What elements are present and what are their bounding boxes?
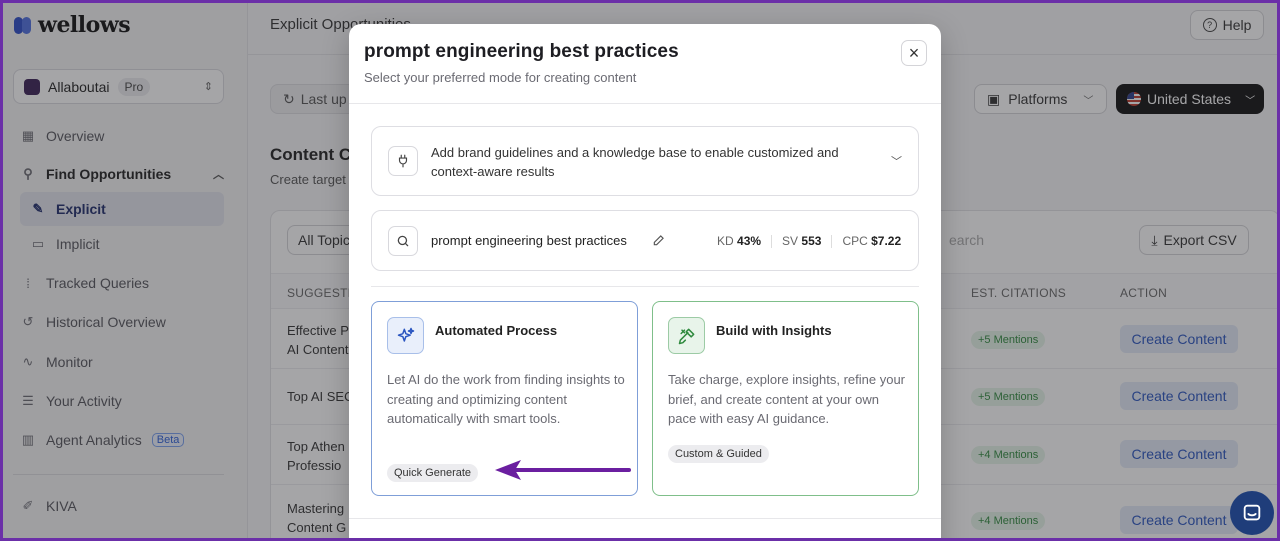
kd-metric: KD 43% [717,234,761,248]
mode-description: Let AI do the work from finding insights… [387,372,625,426]
dialog-footer-divider [349,518,941,519]
dialog-subtitle: Select your preferred mode for creating … [364,70,637,85]
brand-guidelines-text: Add brand guidelines and a knowledge bas… [431,145,839,179]
dialog-divider [349,103,941,104]
sv-metric: SV 553 [782,234,821,248]
tools-icon [668,317,705,354]
cpc-label: CPC [842,234,868,248]
content-mode-dialog: prompt engineering best practices Select… [349,24,941,541]
keyword-row: prompt engineering best practices KD 43%… [371,210,919,271]
cpc-value: $7.22 [871,234,902,248]
brand-guidelines-expander[interactable]: Add brand guidelines and a knowledge bas… [371,126,919,196]
sv-value: 553 [801,234,822,248]
close-button[interactable]: × [901,40,927,66]
mode-title: Build with Insights [716,323,832,338]
sv-label: SV [782,234,799,248]
chat-bubble-icon [1243,504,1261,521]
kd-label: KD [717,234,734,248]
plug-icon [388,146,418,176]
quick-generate-tag: Quick Generate [387,464,479,482]
dialog-title: prompt engineering best practices [364,41,679,62]
metric-separator [771,234,773,248]
mode-description: Take charge, explore insights, refine yo… [668,372,906,426]
build-with-insights-card[interactable]: Build with Insights Take charge, explore… [652,301,919,496]
close-icon: × [908,43,920,63]
chevron-down-icon: ﹀ [891,156,902,168]
sparkles-icon [387,317,424,354]
search-icon [388,226,418,256]
section-divider [371,286,919,287]
keyword-metrics: KD 43% SV 553 CPC $7.22 [717,234,901,248]
edit-pencil-icon[interactable] [652,233,666,250]
metric-separator [831,234,833,248]
mode-title: Automated Process [435,323,558,338]
kd-value: 43% [737,234,762,248]
chat-support-button[interactable] [1230,491,1274,535]
keyword-text: prompt engineering best practices [431,233,627,248]
annotation-arrow [495,460,631,480]
cpc-metric: CPC $7.22 [842,234,901,248]
custom-guided-tag: Custom & Guided [668,445,769,463]
